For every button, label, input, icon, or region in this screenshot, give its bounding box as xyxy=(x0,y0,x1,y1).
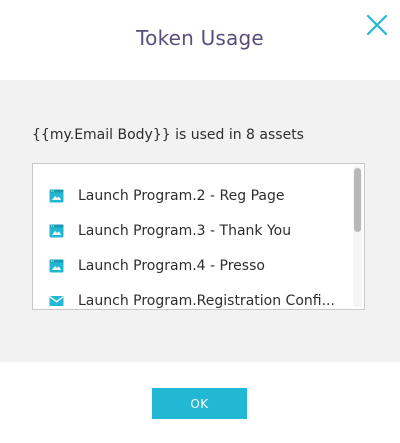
landing-page-icon xyxy=(49,224,64,239)
usage-summary: {{my.Email Body}} is used in 8 assets xyxy=(32,127,304,143)
asset-list[interactable]: Launch Program.2 - Reg Page Launch Progr… xyxy=(32,163,365,310)
list-item-label: Launch Program.4 - Presso xyxy=(78,258,265,274)
close-icon[interactable] xyxy=(364,12,390,38)
scrollbar-thumb[interactable] xyxy=(354,168,361,232)
landing-page-icon xyxy=(49,189,64,204)
ok-button[interactable]: OK xyxy=(152,388,247,419)
list-item[interactable]: Launch Program.Registration Confi... xyxy=(49,291,349,309)
landing-page-icon xyxy=(49,259,64,274)
scrollbar[interactable] xyxy=(353,166,362,307)
list-item[interactable]: Launch Program.4 - Presso xyxy=(49,256,349,276)
dialog-footer: OK xyxy=(0,362,400,443)
list-item[interactable]: Launch Program.2 - Reg Page xyxy=(49,186,349,206)
dialog-title: Token Usage xyxy=(136,26,264,50)
list-item[interactable]: Launch Program.3 - Thank You xyxy=(49,221,349,241)
list-item-label: Launch Program.3 - Thank You xyxy=(78,223,292,239)
dialog-body: {{my.Email Body}} is used in 8 assets La… xyxy=(0,80,400,362)
list-item-label: Launch Program.2 - Reg Page xyxy=(78,188,285,204)
list-item-label: Launch Program.Registration Confi... xyxy=(78,293,335,309)
email-icon xyxy=(49,294,64,309)
dialog-header: Token Usage xyxy=(0,0,400,80)
asset-list-items: Launch Program.2 - Reg Page Launch Progr… xyxy=(33,164,350,309)
token-usage-dialog: Token Usage {{my.Email Body}} is used in… xyxy=(0,0,400,443)
